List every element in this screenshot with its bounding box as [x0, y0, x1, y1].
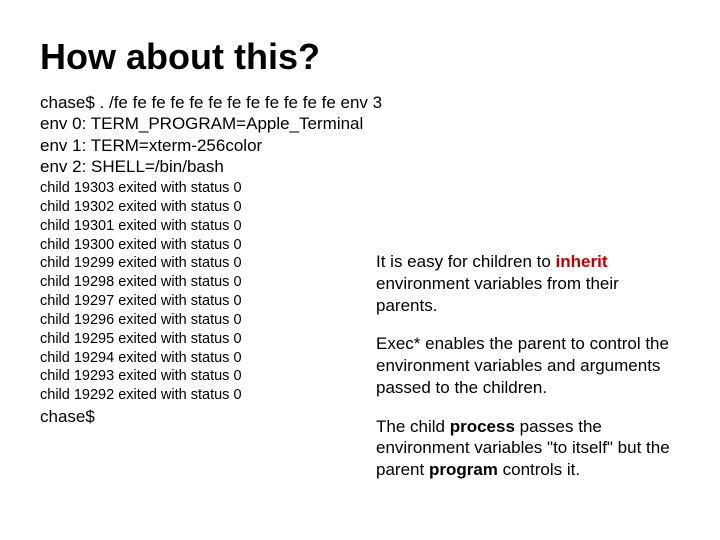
note-paragraph-1: It is easy for children to inherit envir…	[376, 251, 676, 316]
child-line: child 19292 exited with status 0	[40, 387, 242, 403]
child-line: child 19301 exited with status 0	[40, 218, 242, 234]
child-exit-list: child 19303 exited with status 0 child 1…	[40, 179, 242, 405]
term-line-1: chase$ . /fe fe fe fe fe fe fe fe fe fe …	[40, 93, 382, 112]
child-line: child 19296 exited with status 0	[40, 312, 242, 328]
inherit-highlight: inherit	[556, 252, 608, 271]
term-line-4: env 2: SHELL=/bin/bash	[40, 157, 224, 176]
child-line: child 19298 exited with status 0	[40, 274, 242, 290]
child-line: child 19297 exited with status 0	[40, 293, 242, 309]
child-line: child 19300 exited with status 0	[40, 237, 242, 253]
process-bold: process	[450, 417, 515, 436]
terminal-output: chase$ . /fe fe fe fe fe fe fe fe fe fe …	[40, 92, 680, 177]
child-line: child 19302 exited with status 0	[40, 199, 242, 215]
child-line: child 19295 exited with status 0	[40, 331, 242, 347]
term-line-3: env 1: TERM=xterm-256color	[40, 136, 262, 155]
program-bold: program	[429, 460, 498, 479]
child-line: child 19294 exited with status 0	[40, 350, 242, 366]
note-paragraph-3: The child process passes the environment…	[376, 416, 676, 481]
child-line: child 19303 exited with status 0	[40, 180, 242, 196]
note-paragraph-2: Exec* enables the parent to control the …	[376, 333, 676, 398]
explanation-note: It is easy for children to inherit envir…	[376, 234, 676, 498]
slide-title: How about this?	[40, 36, 680, 78]
child-line: child 19293 exited with status 0	[40, 368, 242, 384]
child-line: child 19299 exited with status 0	[40, 255, 242, 271]
term-line-2: env 0: TERM_PROGRAM=Apple_Terminal	[40, 114, 363, 133]
